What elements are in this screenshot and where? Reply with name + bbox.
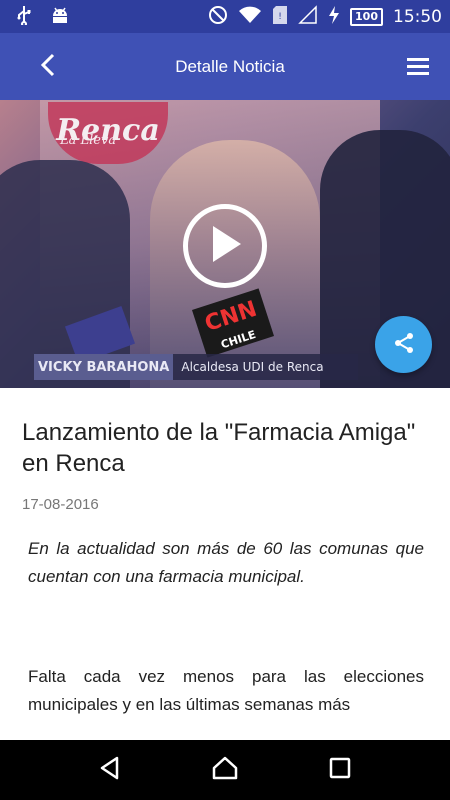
back-chevron-icon	[40, 53, 56, 81]
nav-back-button[interactable]	[90, 750, 130, 790]
menu-button[interactable]	[390, 33, 450, 100]
nav-home-icon	[212, 756, 238, 784]
android-icon	[50, 5, 70, 29]
article-title: Lanzamiento de la "Farmacia Amiga" en Re…	[22, 419, 416, 477]
svg-text:!: !	[278, 12, 282, 22]
nav-recents-button[interactable]	[320, 750, 360, 790]
article-body: Falta cada vez menos para las elecciones…	[28, 667, 424, 714]
page-title: Detalle Noticia	[175, 56, 285, 76]
nav-home-button[interactable]	[205, 750, 245, 790]
video-lower-third: VICKY BARAHONA Alcaldesa UDI de Renca	[34, 354, 358, 380]
usb-icon	[16, 5, 32, 29]
do-not-disturb-icon	[208, 5, 228, 29]
status-bar: ! 100 15:50	[0, 0, 450, 33]
share-button[interactable]	[375, 316, 432, 373]
wifi-icon	[238, 5, 262, 29]
status-time: 15:50	[393, 6, 442, 27]
navigation-bar	[0, 740, 450, 800]
signal-icon	[298, 4, 318, 29]
article-date: 17-08-2016	[22, 496, 99, 513]
play-button[interactable]	[183, 204, 267, 288]
hamburger-line	[407, 72, 429, 75]
sim-card-icon: !	[272, 5, 288, 29]
app-bar: Detalle Noticia	[0, 33, 450, 100]
status-left	[8, 5, 70, 29]
play-circle-icon	[205, 222, 245, 270]
battery-indicator: 100	[350, 7, 383, 26]
nav-back-icon	[98, 756, 122, 784]
status-right: ! 100 15:50	[208, 4, 442, 29]
charging-icon	[328, 5, 340, 29]
lower-third-role: Alcaldesa UDI de Renca	[173, 354, 358, 380]
nav-recents-icon	[329, 757, 351, 783]
lower-third-name: VICKY BARAHONA	[34, 354, 174, 380]
article-content[interactable]: Lanzamiento de la "Farmacia Amiga" en Re…	[0, 388, 450, 740]
hamburger-line	[407, 58, 429, 61]
back-button[interactable]	[0, 33, 60, 100]
article-lead: En la actualidad son más de 60 las comun…	[28, 539, 424, 586]
hamburger-line	[407, 65, 429, 68]
video-logo-subtext: La Lleva	[60, 133, 117, 148]
share-icon	[392, 331, 416, 359]
